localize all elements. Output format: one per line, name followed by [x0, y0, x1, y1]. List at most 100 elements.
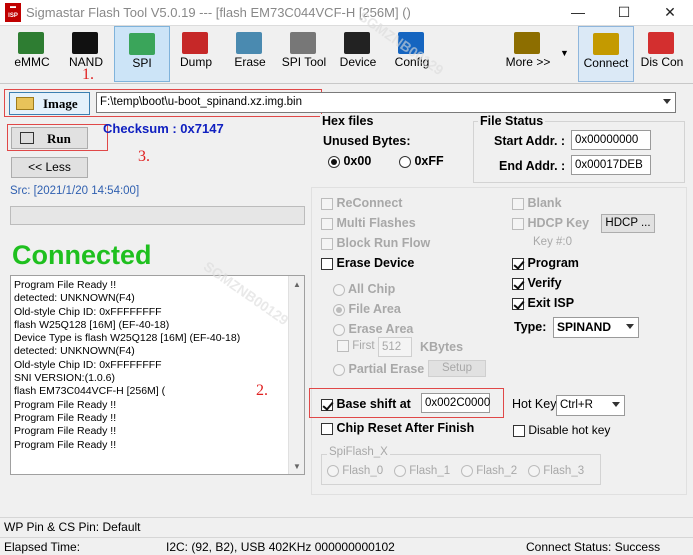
- verify-option[interactable]: Verify: [512, 276, 562, 290]
- erase-icon: [236, 32, 262, 54]
- base-shift-field[interactable]: 0x002C0000: [421, 393, 490, 413]
- toolbar-button-more[interactable]: More >>: [500, 26, 556, 82]
- start-addr-field[interactable]: 0x00000000: [571, 130, 651, 150]
- run-button-label: Run: [47, 131, 71, 146]
- erase-device-checkbox[interactable]: [321, 257, 333, 270]
- base-shift-option[interactable]: Base shift at: [321, 397, 411, 411]
- blank-checkbox[interactable]: [512, 197, 524, 210]
- erase-area-radio[interactable]: [333, 323, 345, 336]
- radio-0xff[interactable]: 0xFF: [399, 154, 444, 168]
- maximize-button[interactable]: ☐: [601, 0, 647, 26]
- spiflash-radio[interactable]: [528, 465, 540, 477]
- base-shift-checkbox[interactable]: [321, 398, 333, 411]
- chevron-down-icon[interactable]: [612, 402, 620, 407]
- exit-isp-label: Exit ISP: [527, 296, 575, 310]
- radio-0xff-control[interactable]: [399, 155, 411, 168]
- verify-label: Verify: [527, 276, 562, 290]
- log-scrollbar[interactable]: ▲ ▼: [288, 276, 304, 474]
- program-checkbox[interactable]: [512, 257, 524, 270]
- multi-flashes-option[interactable]: Multi Flashes: [321, 216, 416, 230]
- erase-area-option[interactable]: Erase Area: [333, 322, 413, 336]
- setup-button[interactable]: Setup: [428, 360, 486, 377]
- radio-0xff-label: 0xFF: [414, 154, 444, 168]
- disable-hot-key-checkbox[interactable]: [513, 424, 525, 437]
- radio-0x00[interactable]: 0x00: [328, 154, 371, 168]
- toolbar-label: Dis Con: [640, 55, 684, 69]
- chip-reset-option[interactable]: Chip Reset After Finish: [321, 421, 474, 435]
- spiflash-radio[interactable]: [394, 465, 406, 477]
- toolbar-label: More >>: [505, 55, 551, 69]
- spiflash-label: Flash_3: [540, 465, 585, 478]
- toolbar-button-spi[interactable]: SPI: [114, 26, 170, 82]
- end-addr-field[interactable]: 0x00017DEB: [571, 155, 651, 175]
- disable-hot-key-option[interactable]: Disable hot key: [513, 423, 610, 437]
- hdcp-key-checkbox[interactable]: [512, 217, 524, 230]
- chevron-down-icon[interactable]: [626, 324, 634, 329]
- close-button[interactable]: ✕: [647, 0, 693, 26]
- spiflash-option[interactable]: Flash_1: [394, 465, 450, 477]
- reconnect-option[interactable]: ReConnect: [321, 196, 402, 210]
- first-size-field[interactable]: 512: [378, 337, 412, 357]
- chip-reset-checkbox[interactable]: [321, 422, 333, 435]
- all-chip-option[interactable]: All Chip: [333, 282, 395, 296]
- start-addr-label: Start Addr. :: [494, 134, 566, 148]
- scroll-down-icon[interactable]: ▼: [293, 462, 301, 471]
- verify-checkbox[interactable]: [512, 277, 524, 290]
- first-option[interactable]: First: [337, 340, 375, 352]
- exit-isp-checkbox[interactable]: [512, 297, 524, 310]
- log-line: Program File Ready !!: [14, 425, 117, 438]
- all-chip-label: All Chip: [348, 282, 396, 296]
- partial-erase-option[interactable]: Partial Erase: [333, 362, 424, 376]
- exit-isp-option[interactable]: Exit ISP: [512, 296, 574, 310]
- toolbar-button-dis-con[interactable]: Dis Con: [634, 26, 690, 82]
- all-chip-radio[interactable]: [333, 283, 345, 296]
- reconnect-checkbox[interactable]: [321, 197, 333, 210]
- radio-0x00-control[interactable]: [328, 155, 340, 168]
- spiflash-option[interactable]: Flash_3: [528, 465, 584, 477]
- multi-flashes-checkbox[interactable]: [321, 217, 333, 230]
- folder-icon: [16, 97, 34, 110]
- scroll-up-icon[interactable]: ▲: [293, 280, 301, 289]
- first-checkbox[interactable]: [337, 340, 349, 352]
- type-select[interactable]: SPINAND: [553, 317, 639, 338]
- hdcp-button[interactable]: HDCP ...: [601, 214, 655, 233]
- log-line: detected: UNKNOWN(F4): [14, 345, 135, 358]
- toolbar-button-connect[interactable]: Connect: [578, 26, 634, 82]
- toolbar-button-emmc[interactable]: eMMC: [4, 26, 60, 82]
- toolbar-button-erase[interactable]: Erase: [222, 26, 278, 82]
- blank-option[interactable]: Blank: [512, 196, 562, 210]
- block-run-flow-checkbox[interactable]: [321, 237, 333, 250]
- radio-0x00-label: 0x00: [343, 154, 372, 168]
- less-button[interactable]: << Less: [11, 157, 88, 178]
- program-option[interactable]: Program: [512, 256, 579, 270]
- file-area-radio[interactable]: [333, 303, 345, 316]
- key-number-label: Key #:0: [533, 236, 572, 248]
- spiflash-radio[interactable]: [461, 465, 473, 477]
- toolbar-button-dump[interactable]: Dump: [168, 26, 224, 82]
- hex-files-title: Hex files: [320, 114, 376, 128]
- erase-device-option[interactable]: Erase Device: [321, 256, 414, 270]
- log-line: flash EM73C044VCF-H [256M] (: [14, 385, 166, 398]
- pin-status: WP Pin & CS Pin: Default: [4, 520, 141, 534]
- partial-erase-radio[interactable]: [333, 363, 345, 376]
- annotation-3: 3.: [138, 148, 150, 165]
- device-chip-icon: [344, 32, 370, 54]
- spiflash-radio[interactable]: [327, 465, 339, 477]
- elapsed-time: Elapsed Time:: [4, 540, 81, 554]
- run-button[interactable]: Run: [11, 127, 88, 149]
- file-area-option[interactable]: File Area: [333, 302, 401, 316]
- spi-icon: [129, 33, 155, 55]
- hdcp-key-option[interactable]: HDCP Key: [512, 216, 589, 230]
- spiflash-option[interactable]: Flash_0: [327, 465, 383, 477]
- chevron-down-icon[interactable]: [663, 99, 671, 104]
- minimize-button[interactable]: —: [555, 0, 601, 26]
- image-button[interactable]: Image: [9, 92, 90, 115]
- toolbar-button-spi-tool[interactable]: SPI Tool: [276, 26, 332, 82]
- chip-reset-label: Chip Reset After Finish: [336, 421, 475, 435]
- spiflash-option[interactable]: Flash_2: [461, 465, 517, 477]
- hot-key-select[interactable]: Ctrl+R: [556, 395, 625, 416]
- block-run-flow-option[interactable]: Block Run Flow: [321, 236, 430, 250]
- image-path-input[interactable]: F:\temp\boot\u-boot_spinand.xz.img.bin: [96, 92, 676, 113]
- progress-bar: [10, 206, 305, 225]
- more-dropdown-icon[interactable]: ▼: [560, 48, 569, 58]
